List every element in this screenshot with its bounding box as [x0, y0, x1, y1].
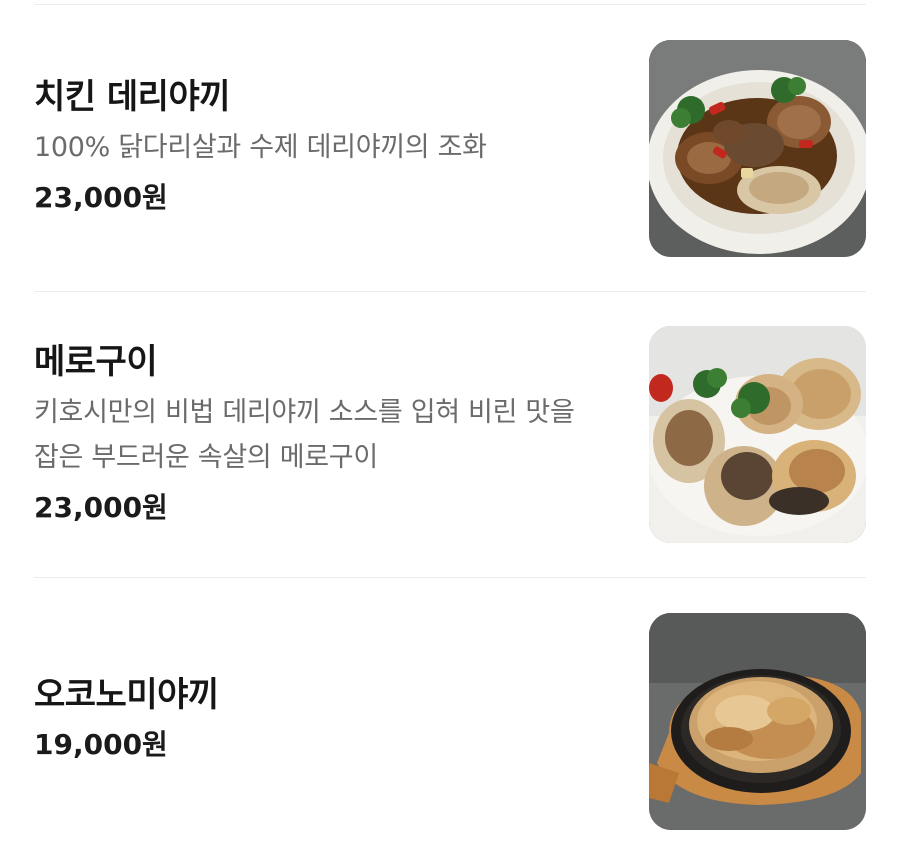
- menu-item-name: 치킨 데리야끼: [34, 77, 231, 117]
- menu-item-description: 100% 닭다리살과 수제 데리야끼의 조화: [34, 125, 624, 170]
- menu-item-text: 치킨 데리야끼 100% 닭다리살과 수제 데리야끼의 조화 23,000원: [34, 75, 624, 218]
- description-line: 100% 닭다리살과 수제 데리야끼의 조화: [34, 132, 487, 163]
- menu-item-description: 키호시만의 비법 데리야끼 소스를 입혀 비린 맛을 잡은 부드러운 속살의 메…: [34, 390, 624, 480]
- menu-item-grilled-mero[interactable]: 메로구이 키호시만의 비법 데리야끼 소스를 입혀 비린 맛을 잡은 부드러운 …: [0, 292, 900, 577]
- menu-item-text: 메로구이 키호시만의 비법 데리야끼 소스를 입혀 비린 맛을 잡은 부드러운 …: [34, 340, 624, 528]
- grilled-mero-image: [649, 326, 866, 543]
- description-line: 잡은 부드러운 속살의 메로구이: [34, 442, 378, 473]
- grilled-mero-photo[interactable]: [649, 326, 866, 543]
- menu-item-text: 오코노미야끼 19,000원: [34, 673, 624, 765]
- menu-item-price: 19,000원: [34, 728, 168, 761]
- description-line: 키호시만의 비법 데리야끼 소스를 입혀 비린 맛을: [34, 397, 575, 428]
- menu-item-price: 23,000원: [34, 181, 168, 214]
- chicken-teriyaki-image: [649, 40, 866, 257]
- menu-item-chicken-teriyaki[interactable]: 치킨 데리야끼 100% 닭다리살과 수제 데리야끼의 조화 23,000원: [0, 0, 900, 290]
- menu-item-price: 23,000원: [34, 491, 168, 524]
- menu-list: 치킨 데리야끼 100% 닭다리살과 수제 데리야끼의 조화 23,000원 메…: [0, 0, 900, 860]
- menu-item-okonomiyaki[interactable]: 오코노미야끼 19,000원: [0, 578, 900, 860]
- okonomiyaki-photo[interactable]: [649, 613, 866, 830]
- menu-item-name: 메로구이: [34, 342, 158, 382]
- menu-item-name: 오코노미야끼: [34, 675, 219, 715]
- okonomiyaki-image: [649, 613, 866, 830]
- chicken-teriyaki-photo[interactable]: [649, 40, 866, 257]
